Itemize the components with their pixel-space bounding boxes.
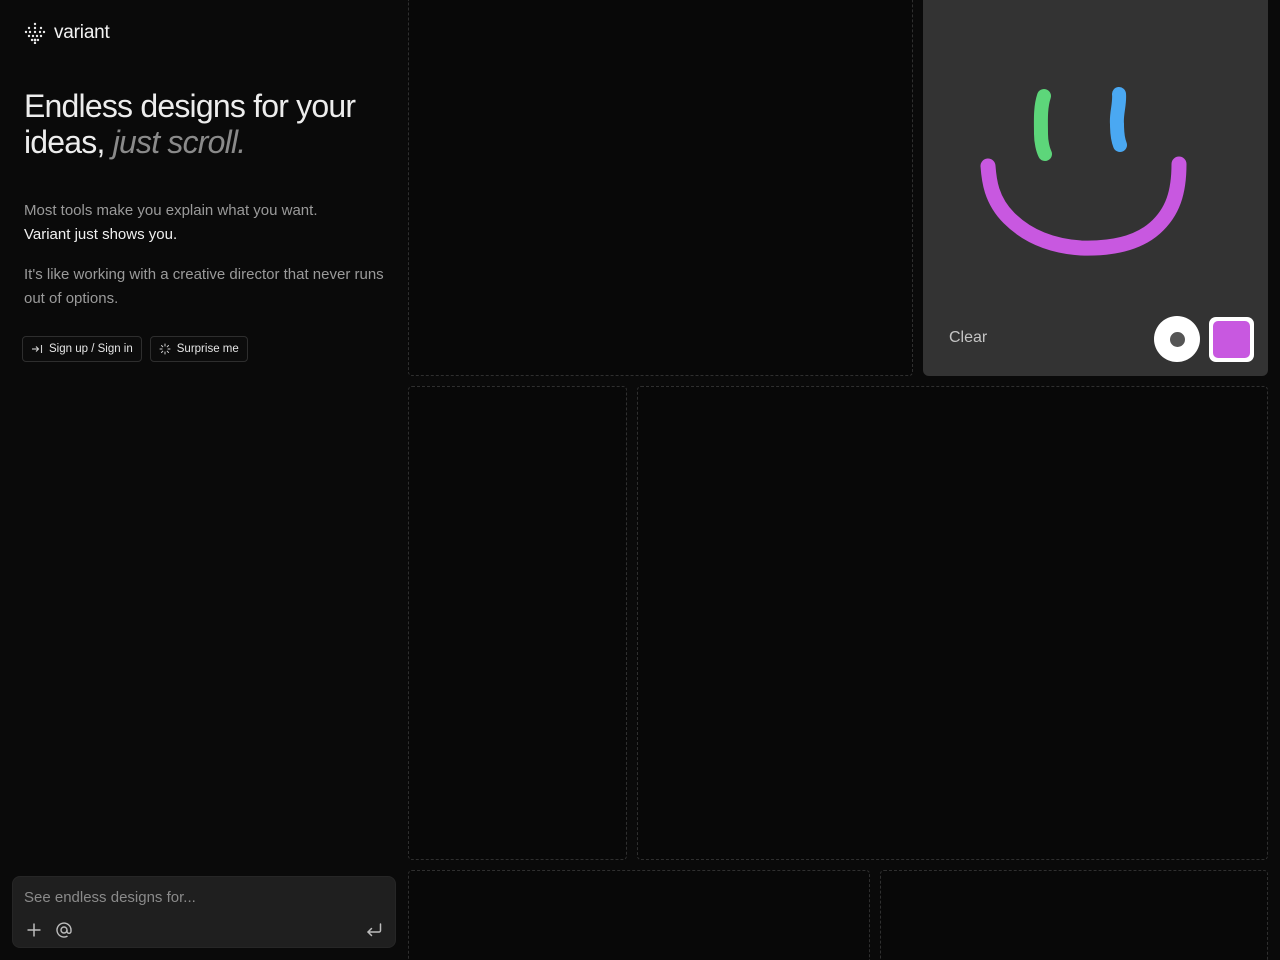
design-tile[interactable] bbox=[880, 870, 1268, 960]
page-title: Endless designs for your ideas, just scr… bbox=[24, 88, 394, 160]
design-tile[interactable] bbox=[408, 386, 627, 860]
app-root: variant Endless designs for your ideas, … bbox=[0, 0, 1280, 960]
design-tile[interactable] bbox=[408, 870, 870, 960]
sparkle-icon bbox=[159, 343, 171, 355]
plus-icon[interactable] bbox=[25, 921, 43, 939]
color-picker-button[interactable] bbox=[1209, 317, 1254, 362]
left-panel: variant Endless designs for your ideas, … bbox=[0, 0, 408, 960]
intro-emphasis: Variant just shows you. bbox=[24, 226, 178, 243]
secondary-paragraph: It's like working with a creative direct… bbox=[24, 266, 384, 307]
intro-paragraph: Most tools make you explain what you wan… bbox=[24, 199, 394, 247]
left-eye-stroke bbox=[1033, 89, 1052, 161]
right-eye-stroke bbox=[1109, 87, 1127, 152]
brush-size-icon bbox=[1169, 331, 1185, 347]
enter-icon[interactable] bbox=[365, 921, 383, 939]
surprise-me-button[interactable]: Surprise me bbox=[149, 336, 248, 362]
intro-text: Most tools make you explain what you wan… bbox=[24, 202, 318, 219]
brush-size-button[interactable] bbox=[1154, 316, 1200, 362]
at-icon[interactable] bbox=[55, 921, 73, 939]
action-buttons: Sign up / Sign in Surprise me bbox=[22, 336, 248, 362]
clear-button[interactable]: Clear bbox=[949, 329, 987, 347]
brand[interactable]: variant bbox=[24, 22, 110, 44]
surprise-me-label: Surprise me bbox=[176, 343, 239, 355]
color-swatch bbox=[1213, 321, 1250, 358]
sign-in-arrow-icon bbox=[32, 345, 43, 353]
headline-accent: just scroll. bbox=[112, 124, 246, 160]
design-tile[interactable] bbox=[408, 0, 913, 376]
prompt-tools bbox=[25, 921, 73, 939]
prompt-box bbox=[12, 876, 396, 948]
design-tile[interactable] bbox=[637, 386, 1268, 860]
sign-in-button[interactable]: Sign up / Sign in bbox=[22, 336, 142, 362]
prompt-input[interactable] bbox=[24, 885, 384, 909]
sign-in-label: Sign up / Sign in bbox=[49, 343, 133, 355]
brand-name: variant bbox=[54, 22, 110, 43]
mouth-stroke bbox=[980, 156, 1187, 256]
drawing-pad[interactable]: Clear bbox=[923, 0, 1268, 376]
dotted-grid-logo-icon bbox=[24, 22, 46, 44]
drawing-canvas[interactable] bbox=[923, 0, 1268, 300]
